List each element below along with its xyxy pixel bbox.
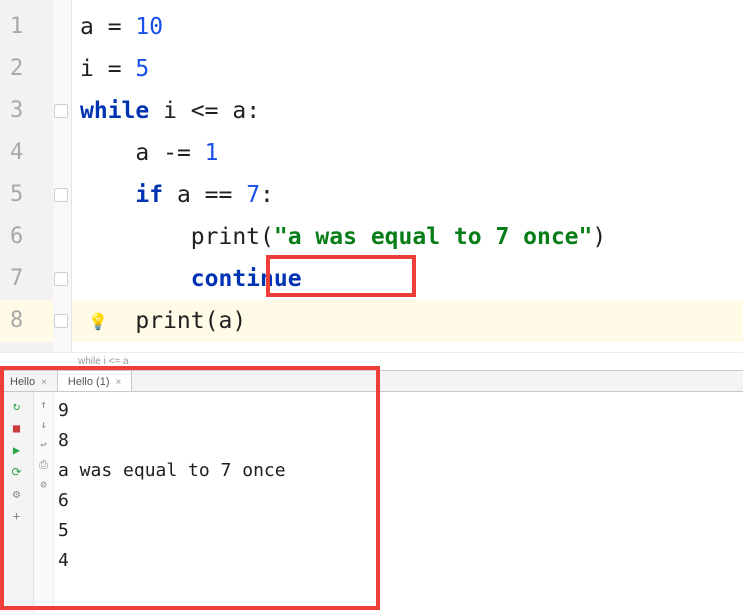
code-area[interactable]: a = 10i = 5while i <= a: a -= 1 if a == … (72, 0, 743, 352)
rerun-button[interactable]: ↻ (9, 398, 25, 414)
clear-button[interactable]: ⊘ (37, 478, 51, 492)
fold-marker[interactable] (54, 314, 68, 328)
code-line[interactable]: if a == 7: (72, 174, 743, 216)
stop-button[interactable]: ■ (9, 420, 25, 436)
debug-restart-button[interactable]: ⟳ (9, 464, 25, 480)
code-editor: 12345678 a = 10i = 5while i <= a: a -= 1… (0, 0, 743, 352)
code-line[interactable]: a = 10 (72, 6, 743, 48)
code-line[interactable]: i = 5 (72, 48, 743, 90)
code-line[interactable]: print(a) (72, 300, 743, 342)
breadcrumb[interactable]: while i <= a (0, 352, 743, 370)
console-output[interactable]: 9 8 a was equal to 7 once 6 5 4 (54, 392, 743, 612)
up-button[interactable]: ↑ (37, 398, 51, 412)
close-icon[interactable]: × (41, 377, 47, 388)
run-sub-gutter: ↑ ↓ ↩ ⎙ ⊘ (34, 392, 54, 612)
down-button[interactable]: ↓ (37, 418, 51, 432)
print-button[interactable]: ⎙ (37, 458, 51, 472)
settings-button[interactable]: ⚙ (9, 486, 25, 502)
fold-strip (53, 0, 71, 352)
run-tab[interactable]: Hello× (0, 371, 58, 391)
code-line[interactable]: continue (72, 258, 743, 300)
code-line[interactable]: a -= 1 (72, 132, 743, 174)
resume-button[interactable]: ▶ (9, 442, 25, 458)
run-tab[interactable]: Hello (1)× (58, 371, 132, 391)
fold-marker[interactable] (54, 188, 68, 202)
add-button[interactable]: + (9, 508, 25, 524)
fold-marker[interactable] (54, 272, 68, 286)
soft-wrap-button[interactable]: ↩ (37, 438, 51, 452)
run-gutter: ↻ ■ ▶ ⟳ ⚙ + (0, 392, 34, 612)
code-line[interactable]: print("a was equal to 7 once") (72, 216, 743, 258)
intention-bulb-icon[interactable]: 💡 (88, 312, 108, 331)
code-line[interactable]: while i <= a: (72, 90, 743, 132)
run-tool-window: ↻ ■ ▶ ⟳ ⚙ + ↑ ↓ ↩ ⎙ ⊘ 9 8 a was equal to 7 once 6… (0, 392, 743, 612)
fold-marker[interactable] (54, 104, 68, 118)
line-number-gutter: 12345678 (0, 0, 72, 352)
run-tabs: Hello×Hello (1)× (0, 370, 743, 392)
close-icon[interactable]: × (116, 377, 122, 388)
